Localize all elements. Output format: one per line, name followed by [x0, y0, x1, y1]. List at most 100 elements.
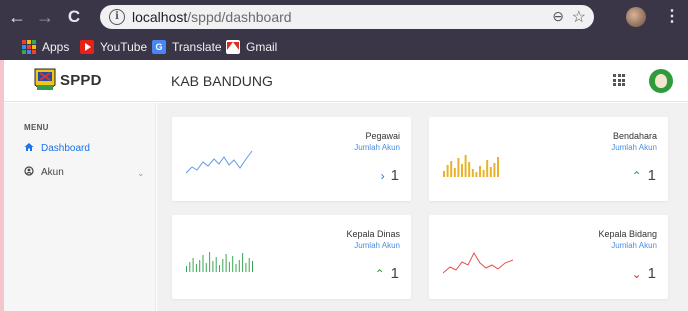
sparkline-chart — [186, 150, 253, 174]
card-pegawai[interactable]: Pegawai Jumlah Akun › 1 — [172, 117, 411, 201]
sparkline-chart — [443, 251, 514, 274]
url-text[interactable]: localhost/sppd/dashboard — [132, 9, 292, 25]
url-path: /sppd/dashboard — [187, 9, 292, 25]
profile-avatar[interactable] — [626, 7, 646, 27]
sparkline-bar — [489, 167, 492, 177]
sparkline-bar — [219, 265, 220, 272]
address-bar[interactable]: i localhost/sppd/dashboard ⊖ ☆ — [100, 5, 594, 29]
grid-icon[interactable] — [613, 74, 625, 86]
bar-sparkline-chart — [443, 155, 499, 177]
bookmark-label: Gmail — [246, 40, 278, 54]
gmail-icon — [226, 40, 240, 54]
back-button[interactable]: ← — [7, 7, 27, 27]
sparkline-bar — [468, 162, 471, 177]
user-avatar[interactable] — [649, 69, 673, 93]
bookmark-translate[interactable]: G Translate — [152, 39, 222, 55]
zoom-icon[interactable]: ⊖ — [552, 8, 564, 25]
card-count: ⌄ 1 — [632, 265, 656, 282]
sparkline-bar — [482, 170, 485, 177]
sidebar-item-label: Akun — [41, 166, 64, 178]
chevron-up-icon: ⌃ — [374, 266, 385, 281]
card-count: › 1 — [381, 167, 399, 184]
card-subtitle: Jumlah Akun — [611, 241, 657, 250]
card-title: Pegawai — [365, 131, 400, 141]
dashboard-content: Pegawai Jumlah Akun › 1 Bendahara Jumlah… — [157, 103, 688, 311]
sidebar-item-dashboard[interactable]: Dashboard — [24, 140, 90, 156]
card-value: 1 — [647, 167, 656, 184]
sparkline-bar — [225, 254, 227, 272]
address-row: ← → C i localhost/sppd/dashboard ⊖ ☆ ⋮ — [0, 0, 688, 34]
sparkline-bar — [215, 257, 217, 272]
sidebar-item-label: Dashboard — [41, 142, 90, 154]
sparkline-bar — [486, 160, 489, 177]
chevron-up-icon: ⌃ — [631, 168, 642, 183]
sidebar: MENU Dashboard Akun ⌄ — [4, 103, 156, 311]
bookmark-gmail[interactable]: Gmail — [226, 39, 277, 55]
sparkline-bar — [202, 255, 204, 272]
sparkline-bar — [461, 164, 463, 177]
sparkline-bar — [189, 262, 191, 272]
home-icon — [24, 142, 34, 155]
card-kepala-bidang[interactable]: Kepala Bidang Jumlah Akun ⌄ 1 — [429, 215, 668, 299]
browser-menu-icon[interactable]: ⋮ — [664, 6, 680, 26]
card-subtitle: Jumlah Akun — [611, 143, 657, 152]
logo-icon[interactable] — [34, 68, 56, 94]
sparkline-bar — [471, 169, 474, 177]
sparkline-bar — [453, 168, 456, 177]
card-subtitle: Jumlah Akun — [354, 143, 400, 152]
bookmark-youtube[interactable]: YouTube — [80, 39, 147, 55]
reload-button[interactable]: C — [64, 7, 84, 27]
bookmark-label: YouTube — [100, 40, 148, 54]
menu-label: MENU — [24, 123, 49, 132]
sparkline-bar — [222, 259, 224, 272]
sparkline-bar — [199, 260, 201, 272]
sparkline-bar — [242, 253, 244, 272]
info-icon[interactable]: i — [109, 9, 125, 25]
sparkline-bar — [235, 264, 237, 272]
card-value: 1 — [647, 265, 656, 282]
sparkline-path — [186, 150, 253, 174]
sparkline-bar — [238, 260, 240, 272]
card-subtitle: Jumlah Akun — [354, 241, 400, 250]
sparkline-bar — [248, 258, 250, 272]
sidebar-item-akun[interactable]: Akun — [24, 164, 64, 180]
card-count: ⌃ 1 — [632, 167, 656, 184]
sparkline-bar — [192, 258, 194, 272]
card-title: Kepala Bidang — [598, 229, 657, 239]
sparkline-bar — [209, 252, 211, 272]
sparkline-bar — [252, 261, 253, 272]
forward-button[interactable]: → — [35, 7, 55, 27]
sparkline-bar — [245, 263, 247, 272]
card-title: Kepala Dinas — [346, 229, 400, 239]
card-title: Bendahara — [612, 131, 657, 141]
sparkline-bar — [195, 264, 197, 272]
account-icon — [24, 165, 34, 179]
apps-icon — [22, 40, 36, 54]
card-value: 1 — [390, 265, 399, 282]
sparkline-bar — [464, 155, 467, 177]
sparkline-bar — [457, 158, 460, 177]
sparkline-bar — [228, 262, 230, 272]
youtube-icon — [80, 40, 94, 54]
card-bendahara[interactable]: Bendahara Jumlah Akun ⌃ 1 — [429, 117, 668, 201]
region-title: KAB BANDUNG — [171, 73, 273, 89]
bookmark-apps[interactable]: Apps — [22, 39, 69, 55]
app-header: SPPD KAB BANDUNG — [4, 60, 688, 102]
sparkline-bar — [493, 163, 496, 177]
sparkline-bar — [446, 165, 449, 177]
star-icon[interactable]: ☆ — [572, 7, 586, 27]
card-value: 1 — [390, 167, 399, 184]
sparkline-bar — [443, 171, 445, 177]
chevron-right-icon: › — [380, 168, 385, 183]
card-count: ⌃ 1 — [375, 265, 399, 282]
sparkline-bar — [212, 261, 214, 272]
browser-chrome: ← → C i localhost/sppd/dashboard ⊖ ☆ ⋮ A… — [0, 0, 688, 60]
card-kepala-dinas[interactable]: Kepala Dinas Jumlah Akun ⌃ 1 — [172, 215, 411, 299]
sparkline-bar — [475, 172, 478, 177]
sparkline-path — [443, 251, 514, 274]
brand-name[interactable]: SPPD — [60, 72, 102, 89]
sparkline-bar — [479, 166, 481, 177]
bookmark-label: Apps — [42, 40, 70, 54]
sparkline-bar — [450, 161, 453, 177]
chevron-down-icon[interactable]: ⌄ — [137, 168, 145, 179]
